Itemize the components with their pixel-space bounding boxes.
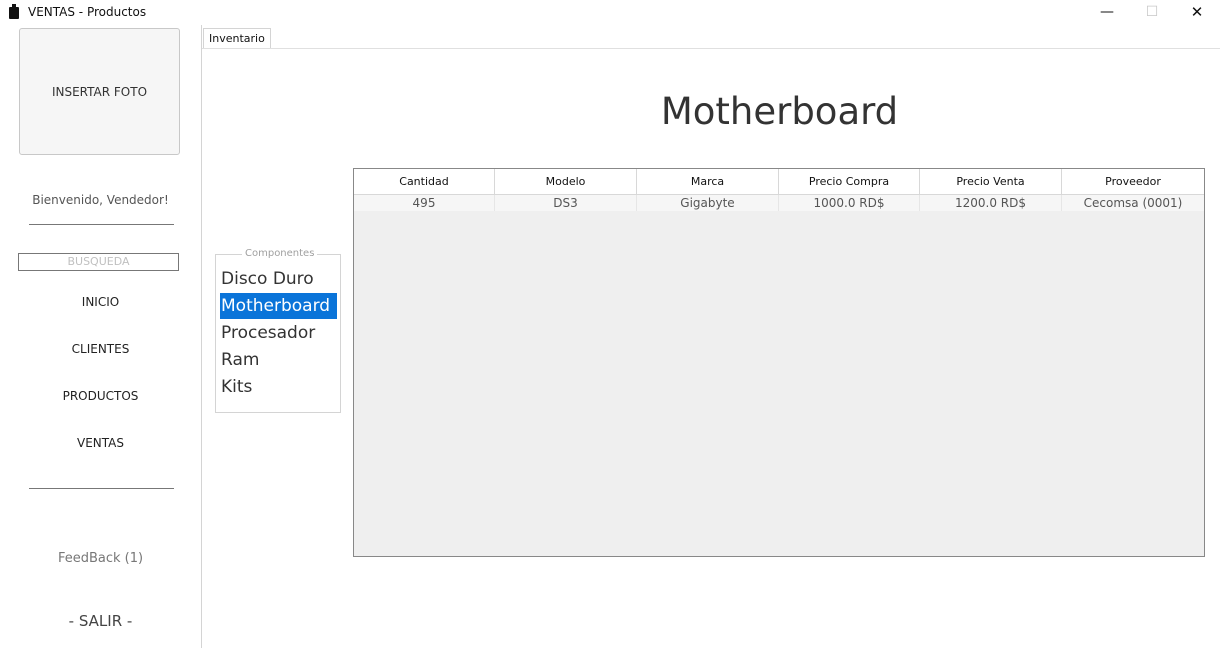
usb-drive-icon <box>9 4 19 19</box>
nav-item-inicio[interactable]: INICIO <box>0 295 201 309</box>
separator <box>29 488 174 489</box>
components-legend: Componentes <box>242 248 318 259</box>
nav-item-ventas[interactable]: VENTAS <box>0 436 201 450</box>
table-header: Cantidad Modelo Marca Precio Compra Prec… <box>354 169 1204 195</box>
table-cell: 1200.0 RD$ <box>920 195 1062 211</box>
table-cell: 495 <box>354 195 495 211</box>
column-header-marca[interactable]: Marca <box>637 169 779 194</box>
search-input[interactable]: BUSQUEDA <box>18 253 179 271</box>
insert-photo-button[interactable]: INSERTAR FOTO <box>19 28 180 155</box>
component-item-kits[interactable]: Kits <box>220 374 337 400</box>
component-item-disco-duro[interactable]: Disco Duro <box>220 266 337 292</box>
table-cell: Gigabyte <box>637 195 779 211</box>
column-header-cantidad[interactable]: Cantidad <box>354 169 495 194</box>
nav-item-productos[interactable]: PRODUCTOS <box>0 389 201 403</box>
feedback-link[interactable]: FeedBack (1) <box>0 551 201 566</box>
component-item-ram[interactable]: Ram <box>220 347 337 373</box>
table-row[interactable]: 495 DS3 Gigabyte 1000.0 RD$ 1200.0 RD$ C… <box>354 195 1204 211</box>
table-cell: 1000.0 RD$ <box>779 195 920 211</box>
components-group: Componentes Disco Duro Motherboard Proce… <box>215 248 341 413</box>
table-cell: Cecomsa (0001) <box>1083 196 1183 210</box>
table-cell: DS3 <box>495 195 637 211</box>
component-item-motherboard[interactable]: Motherboard <box>220 293 337 319</box>
column-header-proveedor[interactable]: Proveedor <box>1062 169 1204 194</box>
insert-photo-label: INSERTAR FOTO <box>51 84 148 99</box>
component-item-procesador[interactable]: Procesador <box>220 320 337 346</box>
separator <box>29 224 174 225</box>
tab-inventario[interactable]: Inventario <box>203 28 271 49</box>
nav-item-clientes[interactable]: CLIENTES <box>0 342 201 356</box>
close-button[interactable]: ✕ <box>1174 0 1220 25</box>
column-header-modelo[interactable]: Modelo <box>495 169 637 194</box>
exit-button[interactable]: - SALIR - <box>0 612 201 630</box>
page-title: Motherboard <box>660 90 899 133</box>
minimize-button[interactable]: — <box>1084 0 1130 25</box>
inventory-table[interactable]: Cantidad Modelo Marca Precio Compra Prec… <box>353 168 1205 557</box>
window-title: VENTAS - Productos <box>28 5 147 19</box>
column-header-precio-compra[interactable]: Precio Compra <box>779 169 920 194</box>
sidebar: INSERTAR FOTO Bienvenido, Vendedor! BUSQ… <box>0 25 202 648</box>
maximize-button[interactable]: ☐ <box>1129 0 1175 25</box>
tab-divider <box>202 48 1220 49</box>
title-bar: VENTAS - Productos — ☐ ✕ <box>0 0 1220 25</box>
column-header-precio-venta[interactable]: Precio Venta <box>920 169 1062 194</box>
welcome-text: Bienvenido, Vendedor! <box>32 193 169 207</box>
